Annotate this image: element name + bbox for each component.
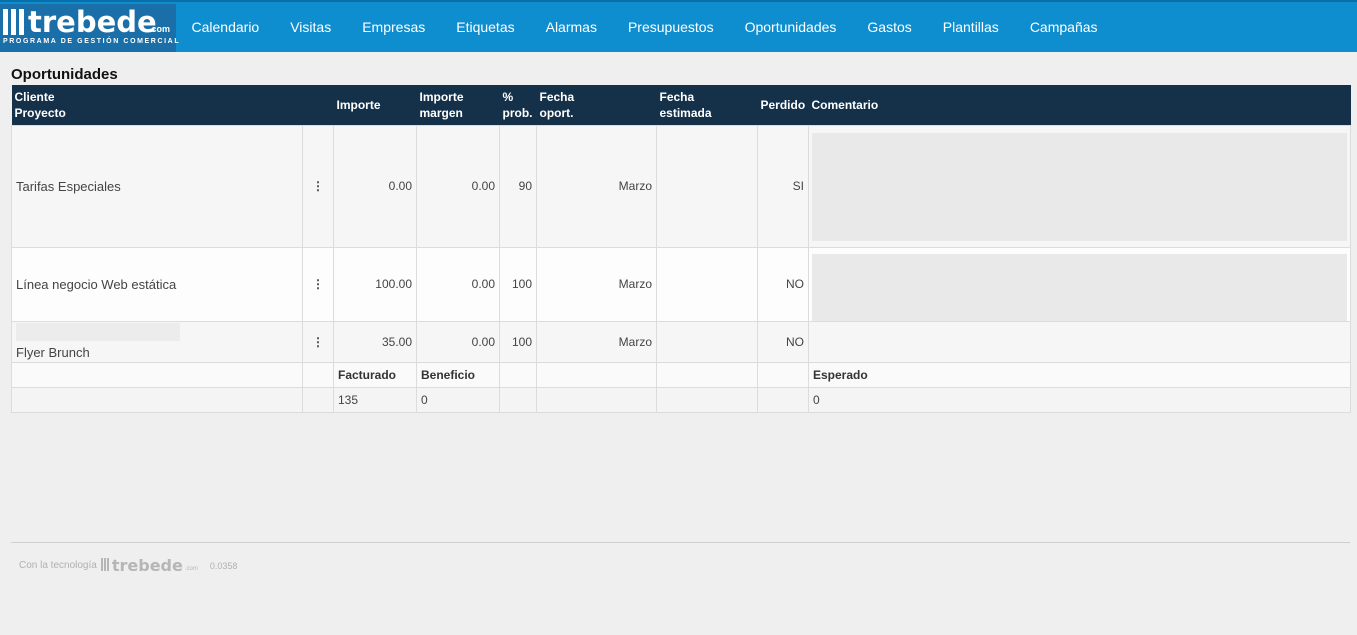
header-comentario[interactable]: Comentario	[808, 85, 1351, 125]
logo-suffix: .com	[149, 24, 171, 34]
esperado-label: Esperado	[808, 361, 1351, 388]
footer-logo-suffix: .com	[184, 565, 198, 572]
cell-fecha-estimada	[656, 320, 758, 363]
cell-importe: 35.00	[333, 320, 417, 363]
cell-importe-margen: 0.00	[416, 124, 500, 248]
header-importe[interactable]: Importe	[333, 85, 417, 125]
footer-logo-bars-icon	[100, 557, 110, 574]
cell-prob: 100	[499, 320, 537, 363]
cell-fecha-estimada	[656, 246, 758, 322]
header-fecha-oport-line1: Fecha	[539, 89, 575, 104]
client-name-redacted	[16, 323, 180, 341]
cell-fecha-estimada	[656, 124, 758, 248]
cell-importe: 100.00	[333, 246, 417, 322]
cell-importe-margen: 0.00	[416, 246, 500, 322]
totals-value-row: 135 0 0	[11, 386, 1351, 413]
nav-visitas[interactable]: Visitas	[275, 4, 347, 52]
cell-comentario	[808, 124, 1351, 248]
header-prob-line1: %	[502, 89, 514, 104]
opportunities-table: Cliente Proyecto Importe Importe margen …	[11, 85, 1351, 413]
cell-perdido: SI	[757, 124, 809, 248]
header-menu	[302, 85, 334, 125]
table-row[interactable]: Flyer Brunch ⋮ 35.00 0.00 100 Marzo NO	[11, 320, 1351, 363]
nav-alarmas[interactable]: Alarmas	[530, 4, 612, 52]
facturado-label: Facturado	[333, 361, 417, 388]
footer-logo[interactable]: trebede .com	[100, 556, 198, 575]
page-title: Oportunidades	[11, 66, 118, 83]
cell-prob: 90	[499, 124, 537, 248]
row-menu-icon[interactable]: ⋮	[302, 246, 334, 322]
esperado-value: 0	[808, 386, 1351, 413]
top-navigation-bar: trebede .com PROGRAMA DE GESTIÓN COMERCI…	[0, 0, 1357, 52]
header-prob[interactable]: % prob.	[499, 85, 537, 125]
logo-bars-icon	[3, 9, 24, 35]
table-header-row: Cliente Proyecto Importe Importe margen …	[11, 85, 1351, 125]
logo-wordmark: trebede	[28, 5, 157, 39]
header-client: Cliente	[14, 89, 55, 104]
trebede-logo[interactable]: trebede .com PROGRAMA DE GESTIÓN COMERCI…	[0, 4, 179, 52]
footer: Con la tecnología trebede .com 0.0358	[19, 556, 237, 575]
facturado-value: 135	[333, 386, 417, 413]
row-menu-icon[interactable]: ⋮	[302, 124, 334, 248]
cell-client-project: Flyer Brunch	[11, 320, 303, 363]
cell-importe-margen: 0.00	[416, 320, 500, 363]
header-fecha-est-line1: Fecha	[659, 89, 695, 104]
row-menu-icon[interactable]: ⋮	[302, 320, 334, 363]
cell-client-project: Línea negocio Web estática	[11, 246, 303, 322]
cell-comentario	[808, 246, 1351, 362]
header-importe-margen-line1: Importe	[419, 89, 464, 104]
header-importe-margen[interactable]: Importe margen	[416, 85, 500, 125]
beneficio-value: 0	[416, 386, 500, 413]
nav-plantillas[interactable]: Plantillas	[927, 4, 1014, 52]
header-prob-line2: prob.	[502, 105, 533, 120]
cell-fecha-oport: Marzo	[536, 246, 657, 322]
beneficio-label: Beneficio	[416, 361, 500, 388]
header-importe-margen-line2: margen	[419, 105, 463, 120]
footer-divider	[11, 542, 1350, 543]
header-perdido[interactable]: Perdido	[757, 85, 809, 125]
cell-fecha-oport: Marzo	[536, 124, 657, 248]
version-number: 0.0358	[209, 560, 238, 571]
main-menu: Calendario Visitas Empresas Etiquetas Al…	[176, 4, 1113, 52]
cell-perdido: NO	[757, 246, 809, 322]
footer-logo-wordmark: trebede	[111, 556, 183, 575]
nav-gastos[interactable]: Gastos	[852, 4, 927, 52]
header-fecha-est-line2: estimada	[659, 105, 712, 120]
cell-perdido: NO	[757, 320, 809, 363]
table-row[interactable]: Línea negocio Web estática ⋮ 100.00 0.00…	[11, 246, 1351, 362]
header-fecha-oport[interactable]: Fecha oport.	[536, 85, 657, 125]
logo-tagline: PROGRAMA DE GESTIÓN COMERCIAL	[3, 38, 181, 45]
header-client-project[interactable]: Cliente Proyecto	[11, 85, 303, 125]
cell-prob: 100	[499, 246, 537, 322]
project-name[interactable]: Línea negocio Web estática	[16, 277, 298, 292]
cell-comentario	[808, 320, 1351, 363]
header-project: Proyecto	[14, 105, 66, 120]
totals-label-row: Facturado Beneficio Esperado	[11, 361, 1351, 388]
nav-etiquetas[interactable]: Etiquetas	[441, 4, 530, 52]
nav-campanas[interactable]: Campañas	[1014, 4, 1113, 52]
nav-empresas[interactable]: Empresas	[347, 4, 441, 52]
cell-fecha-oport: Marzo	[536, 320, 657, 363]
table-row[interactable]: Tarifas Especiales ⋮ 0.00 0.00 90 Marzo …	[11, 124, 1351, 248]
nav-calendario[interactable]: Calendario	[176, 4, 275, 52]
project-name[interactable]: Tarifas Especiales	[16, 179, 298, 194]
header-fecha-oport-line2: oport.	[539, 105, 574, 120]
nav-presupuestos[interactable]: Presupuestos	[612, 4, 729, 52]
nav-oportunidades[interactable]: Oportunidades	[729, 4, 852, 52]
cell-importe: 0.00	[333, 124, 417, 248]
project-name[interactable]: Flyer Brunch	[16, 345, 298, 360]
header-fecha-estimada[interactable]: Fecha estimada	[656, 85, 758, 125]
cell-client-project: Tarifas Especiales	[11, 124, 303, 248]
footer-prefix: Con la tecnología	[19, 560, 97, 571]
comment-redacted	[812, 132, 1347, 241]
